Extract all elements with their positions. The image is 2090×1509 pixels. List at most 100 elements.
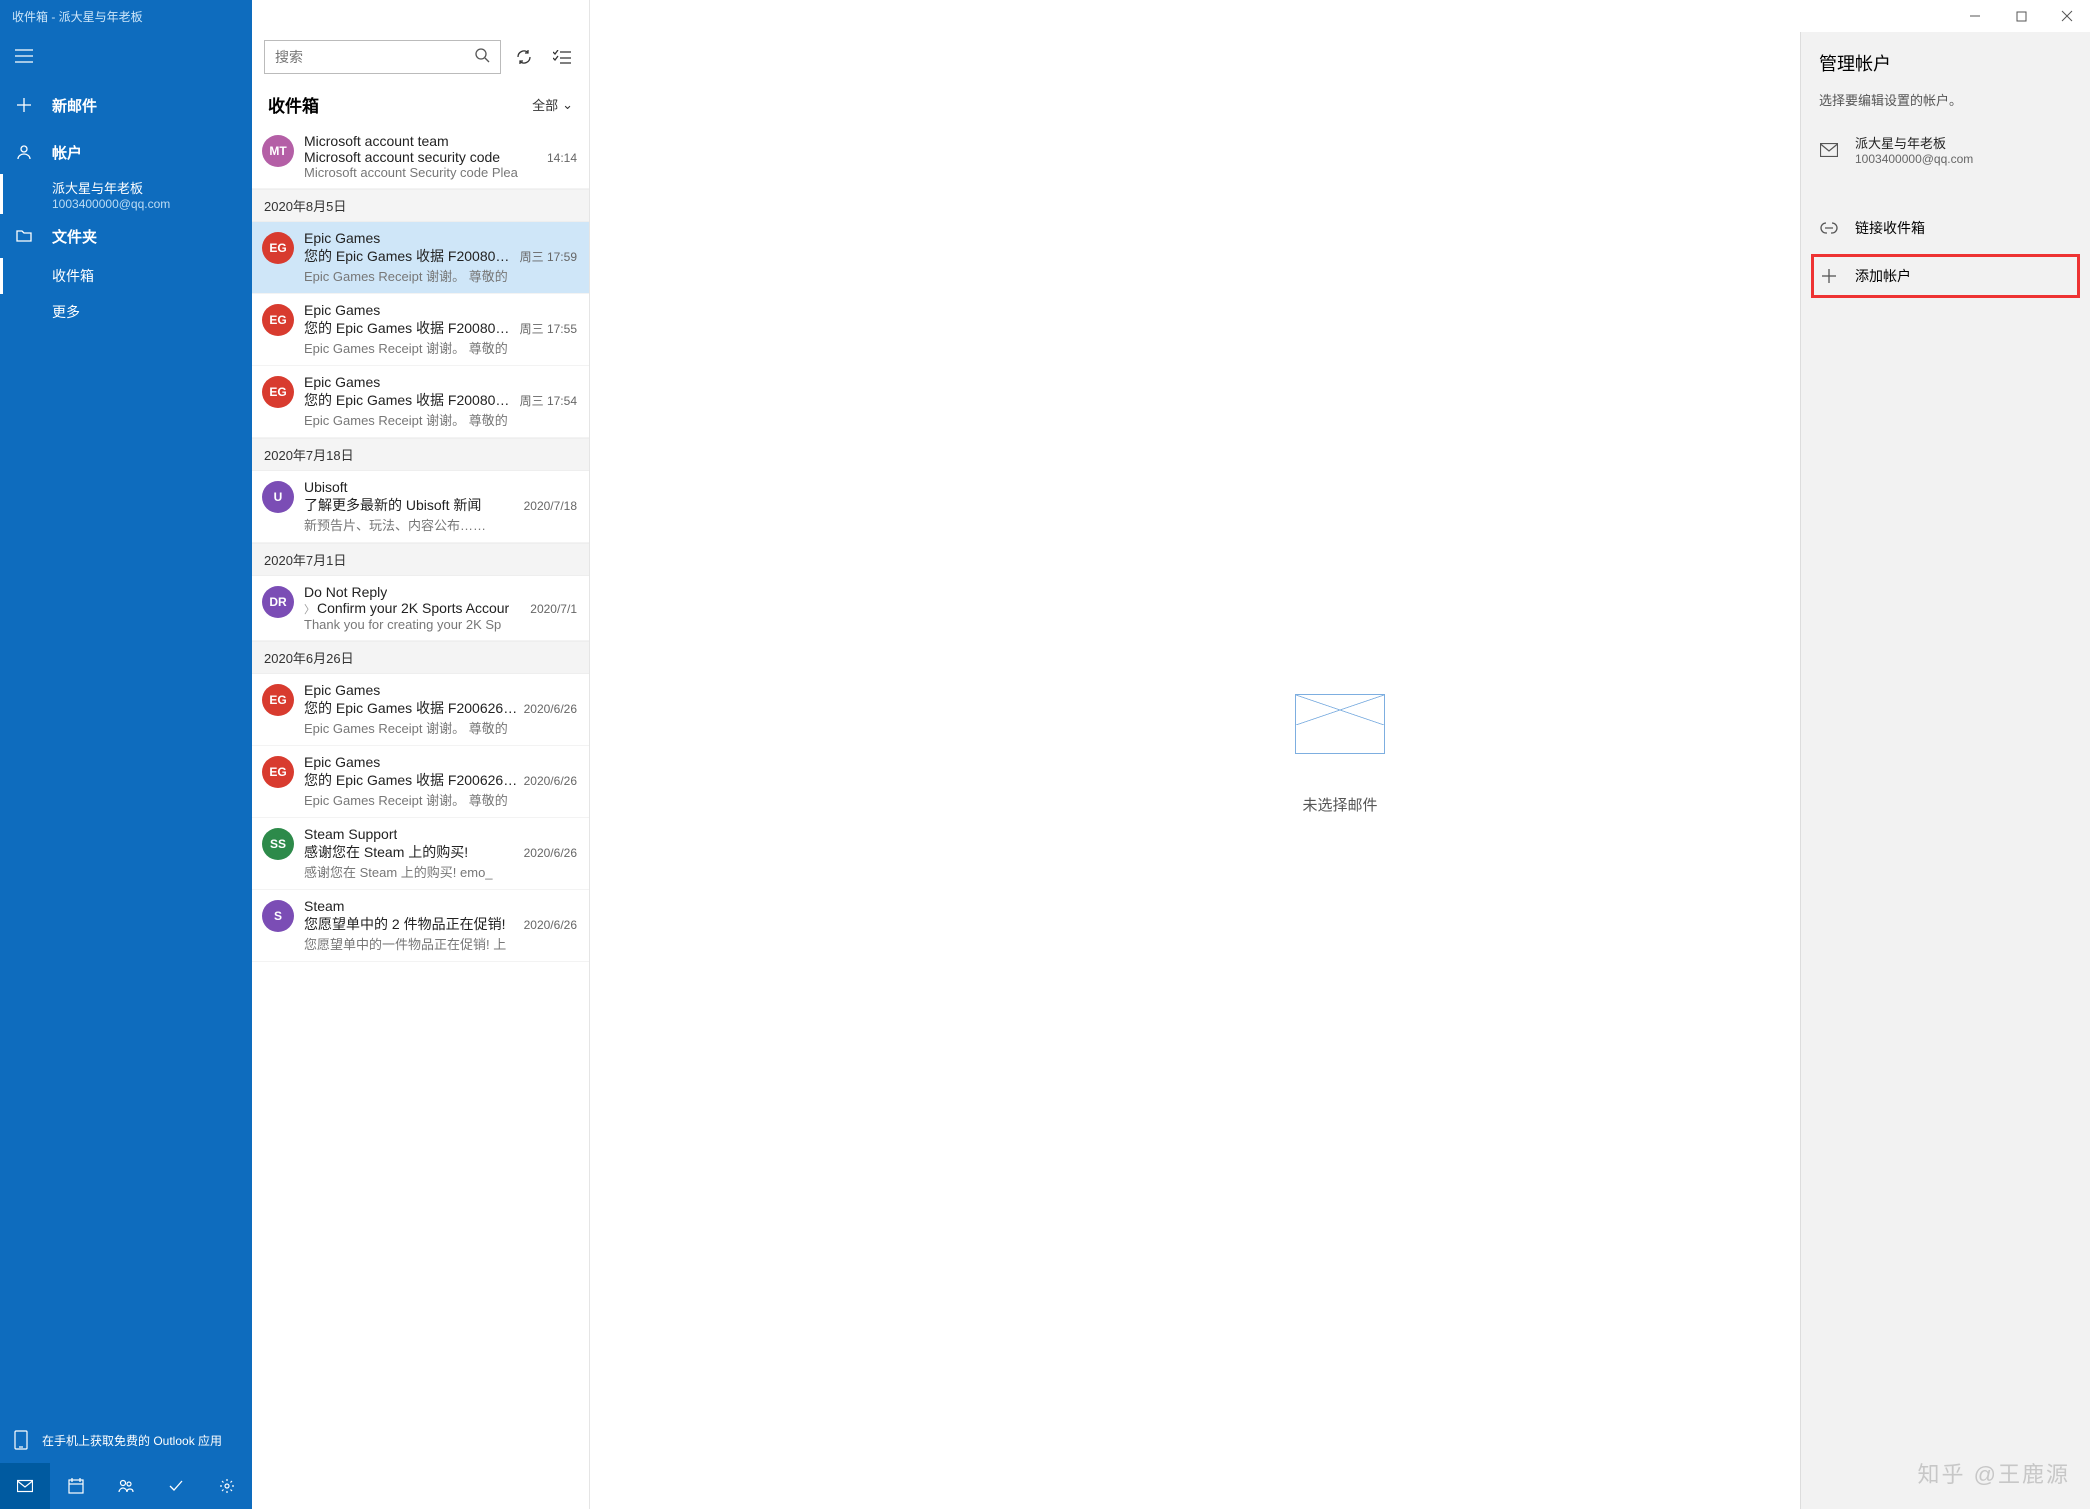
mail-icon <box>1819 143 1839 157</box>
avatar: EG <box>262 304 294 336</box>
email-preview: Epic Games Receipt 谢谢。 尊敬的 <box>304 266 577 285</box>
panel-title: 管理帐户 <box>1801 50 2090 90</box>
people-tab[interactable] <box>101 1463 151 1509</box>
settings-tab[interactable] <box>202 1463 252 1509</box>
bottom-nav <box>0 1463 252 1509</box>
close-button[interactable] <box>2044 0 2090 32</box>
panel-account-name: 派大星与年老板 <box>1855 133 1973 152</box>
email-preview: Microsoft account Security code Plea <box>304 165 577 180</box>
new-mail-button[interactable]: 新邮件 <box>0 80 252 130</box>
date-separator: 2020年7月1日 <box>252 543 589 576</box>
email-sender: Epic Games <box>304 374 380 390</box>
folder-icon <box>14 229 34 243</box>
calendar-tab[interactable] <box>50 1463 100 1509</box>
email-item[interactable]: EGEpic Games您的 Epic Games 收据 F2006261320… <box>252 746 589 818</box>
email-preview: 您愿望单中的一件物品正在促销! 上 <box>304 934 577 953</box>
folders-section[interactable]: 文件夹 <box>0 214 252 258</box>
minimize-button[interactable] <box>1952 0 1998 32</box>
account-email: 1003400000@qq.com <box>52 197 252 211</box>
link-inbox-button[interactable]: 链接收件箱 <box>1801 204 2090 252</box>
list-title: 收件箱 <box>268 92 319 117</box>
avatar: MT <box>262 135 294 167</box>
folder-inbox[interactable]: 收件箱 <box>0 258 252 294</box>
email-sender: Ubisoft <box>304 479 348 495</box>
email-item[interactable]: MTMicrosoft account teamMicrosoft accoun… <box>252 125 589 189</box>
mail-tab[interactable] <box>0 1463 50 1509</box>
refresh-button[interactable] <box>509 42 539 72</box>
email-subject: 您的 Epic Games 收据 F20080509 <box>304 390 514 410</box>
email-preview: Epic Games Receipt 谢谢。 尊敬的 <box>304 410 577 429</box>
email-item[interactable]: EGEpic Games您的 Epic Games 收据 F20080509周三… <box>252 294 589 366</box>
email-item[interactable]: DRDo Not Reply〉Confirm your 2K Sports Ac… <box>252 576 589 641</box>
envelope-icon <box>1295 694 1385 754</box>
account-entry[interactable]: 派大星与年老板 1003400000@qq.com <box>1801 123 2090 176</box>
person-icon <box>14 144 34 160</box>
filter-dropdown[interactable]: 全部 ⌄ <box>532 95 573 114</box>
window-title: 收件箱 - 派大星与年老板 <box>0 0 252 32</box>
avatar: DR <box>262 586 294 618</box>
avatar: EG <box>262 684 294 716</box>
email-sender: Epic Games <box>304 682 380 698</box>
email-preview: 感谢您在 Steam 上的购买! emo_ <box>304 862 577 881</box>
email-sender: Epic Games <box>304 754 380 770</box>
date-separator: 2020年7月18日 <box>252 438 589 471</box>
account-label: 帐户 <box>52 142 82 163</box>
avatar: EG <box>262 232 294 264</box>
new-mail-label: 新邮件 <box>52 95 97 116</box>
search-box[interactable] <box>264 40 501 74</box>
plus-icon <box>1819 268 1839 284</box>
email-subject: 您的 Epic Games 收据 F20080509 <box>304 318 514 338</box>
avatar: U <box>262 481 294 513</box>
add-account-button[interactable]: 添加帐户 <box>1809 252 2082 300</box>
link-inbox-label: 链接收件箱 <box>1855 218 1925 238</box>
email-list[interactable]: MTMicrosoft account teamMicrosoft accoun… <box>252 125 589 1509</box>
search-icon[interactable] <box>474 47 490 68</box>
email-sender: Do Not Reply <box>304 584 387 600</box>
todo-tab[interactable] <box>151 1463 201 1509</box>
email-item[interactable]: EG Epic Games您的 Epic Games 收据 F20080509 周三… <box>252 366 589 438</box>
panel-hint: 选择要编辑设置的帐户。 <box>1801 90 2090 123</box>
email-time: 周三 17:54 <box>520 392 577 409</box>
email-time: 2020/6/26 <box>524 846 577 860</box>
email-item[interactable]: EG Epic Games您的 Epic Games 收据 F20080509 周三… <box>252 222 589 294</box>
email-subject: 您的 Epic Games 收据 F20080509 <box>304 246 514 266</box>
message-list-column: 收件箱 全部 ⌄ MTMicrosoft account teamMicroso… <box>252 0 590 1509</box>
email-preview: 新预告片、玩法、内容公布…… <box>304 515 577 534</box>
email-subject: 您的 Epic Games 收据 F20062613 <box>304 698 518 718</box>
folders-label: 文件夹 <box>52 226 97 247</box>
email-item[interactable]: EGEpic Games您的 Epic Games 收据 F2006261320… <box>252 674 589 746</box>
email-subject: 了解更多最新的 Ubisoft 新闻 <box>304 495 481 515</box>
hamburger-icon[interactable] <box>0 32 48 80</box>
avatar: S <box>262 900 294 932</box>
account-name: 派大星与年老板 <box>52 178 252 197</box>
avatar: EG <box>262 376 294 408</box>
email-preview: Epic Games Receipt 谢谢。 尊敬的 <box>304 790 577 809</box>
email-sender: Epic Games <box>304 230 380 246</box>
select-mode-button[interactable] <box>547 42 577 72</box>
window-controls <box>1952 0 2090 32</box>
email-sender: Steam <box>304 898 344 914</box>
account-section[interactable]: 帐户 <box>0 130 252 174</box>
email-item[interactable]: SS Steam Support感谢您在 Steam 上的购买! 2020/6/26… <box>252 818 589 890</box>
phone-icon <box>14 1430 28 1453</box>
maximize-button[interactable] <box>1998 0 2044 32</box>
outlook-mobile-promo[interactable]: 在手机上获取免费的 Outlook 应用 <box>0 1420 252 1463</box>
email-item[interactable]: UUbisoft了解更多最新的 Ubisoft 新闻2020/7/18新预告片、… <box>252 471 589 543</box>
email-item[interactable]: SSteam您愿望单中的 2 件物品正在促销!2020/6/26您愿望单中的一件… <box>252 890 589 962</box>
folder-more[interactable]: 更多 <box>0 294 252 330</box>
no-selection-text: 未选择邮件 <box>1302 794 1377 815</box>
email-time: 周三 17:55 <box>520 320 577 337</box>
account-item[interactable]: 派大星与年老板 1003400000@qq.com <box>0 174 252 214</box>
email-time: 2020/6/26 <box>524 918 577 932</box>
avatar: EG <box>262 756 294 788</box>
date-separator: 2020年8月5日 <box>252 189 589 222</box>
email-subject: 感谢您在 Steam 上的购买! <box>304 842 468 862</box>
plus-icon <box>14 97 34 113</box>
add-account-label: 添加帐户 <box>1855 266 1911 286</box>
email-sender: Steam Support <box>304 826 397 842</box>
avatar: SS <box>262 828 294 860</box>
chevron-down-icon: ⌄ <box>562 97 573 113</box>
sidebar: 收件箱 - 派大星与年老板 新邮件 帐户 派大星与年老板 1003400000@… <box>0 0 252 1509</box>
email-time: 周三 17:59 <box>520 248 577 265</box>
search-input[interactable] <box>275 49 474 65</box>
